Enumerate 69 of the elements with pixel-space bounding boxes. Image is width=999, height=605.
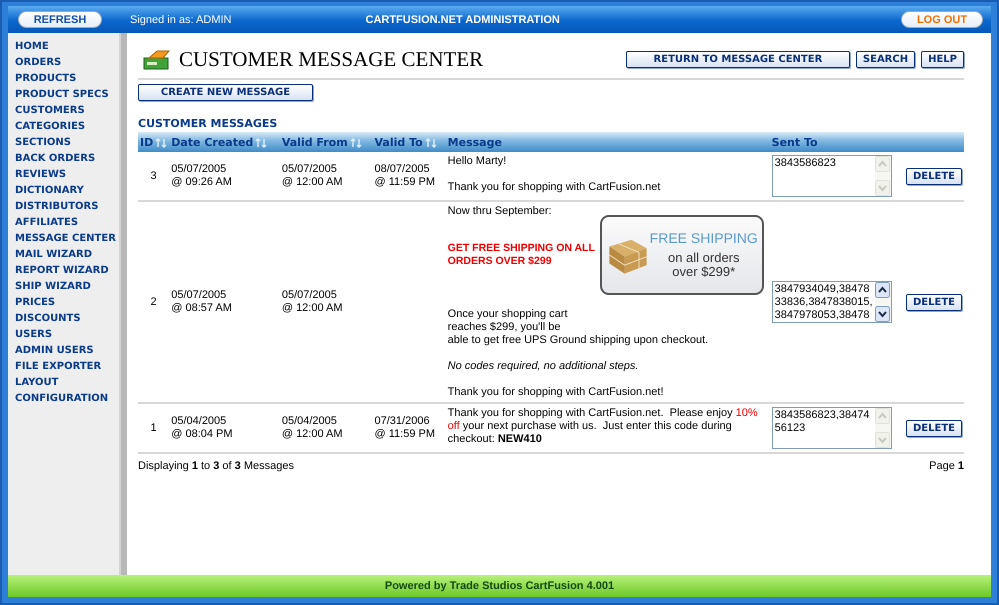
table-cell: 3 — [150, 170, 157, 182]
nav-link[interactable]: PRODUCTS — [15, 71, 76, 87]
message-text: No codes required, no additional steps. — [448, 360, 640, 373]
column-header[interactable]: Valid From — [280, 132, 373, 152]
nav-link[interactable]: AFFILIATES — [15, 215, 78, 231]
page-number: Page 1 — [929, 460, 964, 472]
table-cell: 05/07/2005 @ 12:00 AM — [282, 163, 343, 188]
nav-link[interactable]: DICTIONARY — [15, 183, 84, 199]
table-cell: 05/07/2005 @ 12:00 AM — [282, 289, 343, 314]
sent-to-field[interactable]: 3847934049,38478 33836,3847838015, 3847978053,38478 — [772, 281, 892, 323]
table-cell: 05/07/2005 @ 08:57 AM — [171, 289, 232, 314]
toolbar-button[interactable]: SEARCH — [856, 51, 916, 68]
pagination-summary: Displaying 1 to 3 of 3 Messages — [138, 460, 294, 472]
app-title: CARTFUSION.NET ADMINISTRATION — [366, 14, 560, 26]
column-header[interactable]: Message — [446, 132, 770, 152]
nav-link[interactable]: USERS — [15, 327, 52, 343]
message-text: Now thru September: — [448, 205, 553, 218]
banner-title: FREE SHIPPING — [650, 232, 758, 244]
nav-link[interactable]: ORDERS — [15, 55, 62, 71]
nav-link[interactable]: DISCOUNTS — [15, 311, 81, 327]
column-header[interactable]: ID — [138, 132, 170, 152]
message-text: GET FREE SHIPPING ON ALL ORDERS OVER $299 — [448, 242, 596, 268]
table-cell: 05/04/2005 @ 12:00 AM — [282, 415, 343, 440]
nav-link[interactable]: MESSAGE CENTER — [15, 231, 116, 247]
nav-link[interactable]: PRICES — [15, 295, 56, 311]
nav-link[interactable]: DISTRIBUTORS — [15, 199, 98, 215]
message-text: Thank you for shopping with CartFusion.net. Please enjoy 10% off your next purchase with us. Just enter this code during checkout: NEW410 — [448, 407, 759, 446]
column-header[interactable]: Date Created — [169, 132, 280, 152]
message-text: Thank you for shopping with CartFusion.net! — [448, 386, 665, 399]
nav-link[interactable]: MAIL WIZARD — [15, 247, 92, 263]
nav-link[interactable]: ADMIN USERS — [15, 343, 94, 359]
toolbar-button[interactable]: HELP — [921, 51, 964, 68]
banner-text: on all orders over $299* — [666, 250, 741, 278]
page-title: CUSTOMER MESSAGE CENTER — [179, 47, 484, 72]
column-header[interactable]: Valid To — [372, 132, 446, 152]
nav-link[interactable]: CONFIGURATION — [15, 391, 108, 407]
table-cell: 08/07/2005 @ 11:59 PM — [374, 163, 436, 188]
mail-tray-icon — [143, 48, 171, 70]
table-cell: 2 — [150, 296, 157, 308]
nav-link[interactable]: CUSTOMERS — [15, 103, 85, 119]
nav-link[interactable]: SHIP WIZARD — [15, 279, 91, 295]
scroll-down-icon[interactable] — [874, 306, 890, 322]
delete-button[interactable]: DELETE — [906, 420, 962, 436]
delete-button[interactable]: DELETE — [906, 168, 962, 184]
table-cell: 05/07/2005 @ 09:26 AM — [171, 163, 232, 188]
column-header[interactable]: Sent To — [770, 132, 898, 152]
message-text: Thank you for shopping with CartFusion.net — [448, 181, 662, 194]
table-cell: 1 — [150, 422, 157, 434]
signed-in-text: Signed in as: ADMIN — [130, 14, 232, 26]
status-bar: Powered by Trade Studios CartFusion 4.001 — [8, 575, 991, 597]
section-title: CUSTOMER MESSAGES — [138, 117, 278, 130]
nav-link[interactable]: HOME — [15, 39, 49, 55]
refresh-button[interactable]: REFRESH — [18, 11, 102, 28]
table-cell: 07/31/2006 @ 11:59 PM — [374, 415, 436, 440]
message-text: Hello Marty! — [448, 155, 508, 168]
create-message-button[interactable]: CREATE NEW MESSAGE — [138, 84, 313, 101]
message-text: Once your shopping cart reaches $299, you'll be able to get free UPS Ground shipping upon checkout. — [448, 308, 710, 347]
scroll-up-icon[interactable] — [874, 282, 890, 298]
nav-link[interactable]: REPORT WIZARD — [15, 263, 109, 279]
nav-link[interactable]: LAYOUT — [15, 375, 58, 391]
table-cell: 05/04/2005 @ 08:04 PM — [171, 415, 233, 440]
nav-link[interactable]: FILE EXPORTER — [15, 359, 102, 375]
nav-link[interactable]: REVIEWS — [15, 167, 66, 183]
toolbar-button[interactable]: RETURN TO MESSAGE CENTER — [626, 51, 850, 68]
nav-link[interactable]: PRODUCT SPECS — [15, 87, 109, 103]
delete-button[interactable]: DELETE — [906, 294, 962, 310]
nav-link[interactable]: SECTIONS — [15, 135, 71, 151]
nav-link[interactable]: BACK ORDERS — [15, 151, 96, 167]
nav-link[interactable]: CATEGORIES — [15, 119, 86, 135]
